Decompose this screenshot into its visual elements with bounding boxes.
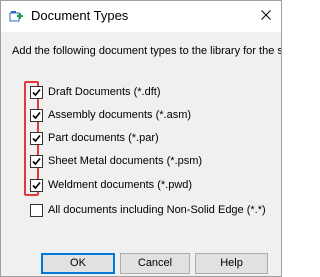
dialog-body: Add the following document types to the … <box>1 32 281 276</box>
checkbox-sheet-metal-documents[interactable]: Sheet Metal documents (*.psm) <box>30 154 202 168</box>
checkbox-weldment[interactable] <box>30 178 43 192</box>
checkbox-sheet-metal[interactable] <box>30 154 43 168</box>
checkbox-label: Assembly documents (*.asm) <box>48 108 192 121</box>
checkbox-label: Draft Documents (*.dft) <box>48 85 161 98</box>
checkbox-assembly[interactable] <box>30 108 43 122</box>
checkbox-weldment-documents[interactable]: Weldment documents (*.pwd) <box>30 178 192 192</box>
window-title: Document Types <box>31 8 129 23</box>
checkbox-label: Sheet Metal documents (*.psm) <box>48 154 203 167</box>
checkbox-label: All documents including Non-Solid Edge (… <box>48 203 266 216</box>
checkbox-part-documents[interactable]: Part documents (*.par) <box>30 131 159 145</box>
help-button[interactable]: Help <box>195 253 268 274</box>
checkbox-all-documents[interactable]: All documents including Non-Solid Edge (… <box>30 203 266 217</box>
title-bar: Document Types <box>1 1 281 32</box>
checkbox-assembly-documents[interactable]: Assembly documents (*.asm) <box>30 108 191 122</box>
close-button[interactable] <box>255 5 277 27</box>
checkbox-draft[interactable] <box>30 85 43 99</box>
checkbox-label: Part documents (*.par) <box>48 131 159 144</box>
document-types-dialog: Document Types Add the following documen… <box>0 0 282 277</box>
checkbox-all[interactable] <box>30 203 43 217</box>
ok-button[interactable]: OK <box>41 253 115 274</box>
instruction-text: Add the following document types to the … <box>12 45 281 57</box>
folder-add-icon <box>9 9 23 23</box>
close-icon <box>261 7 271 25</box>
cancel-button[interactable]: Cancel <box>120 253 190 274</box>
button-bar: OK Cancel Help <box>1 243 281 276</box>
checkbox-label: Weldment documents (*.pwd) <box>48 178 193 191</box>
checkbox-part[interactable] <box>30 131 43 145</box>
checkbox-draft-documents[interactable]: Draft Documents (*.dft) <box>30 85 160 99</box>
